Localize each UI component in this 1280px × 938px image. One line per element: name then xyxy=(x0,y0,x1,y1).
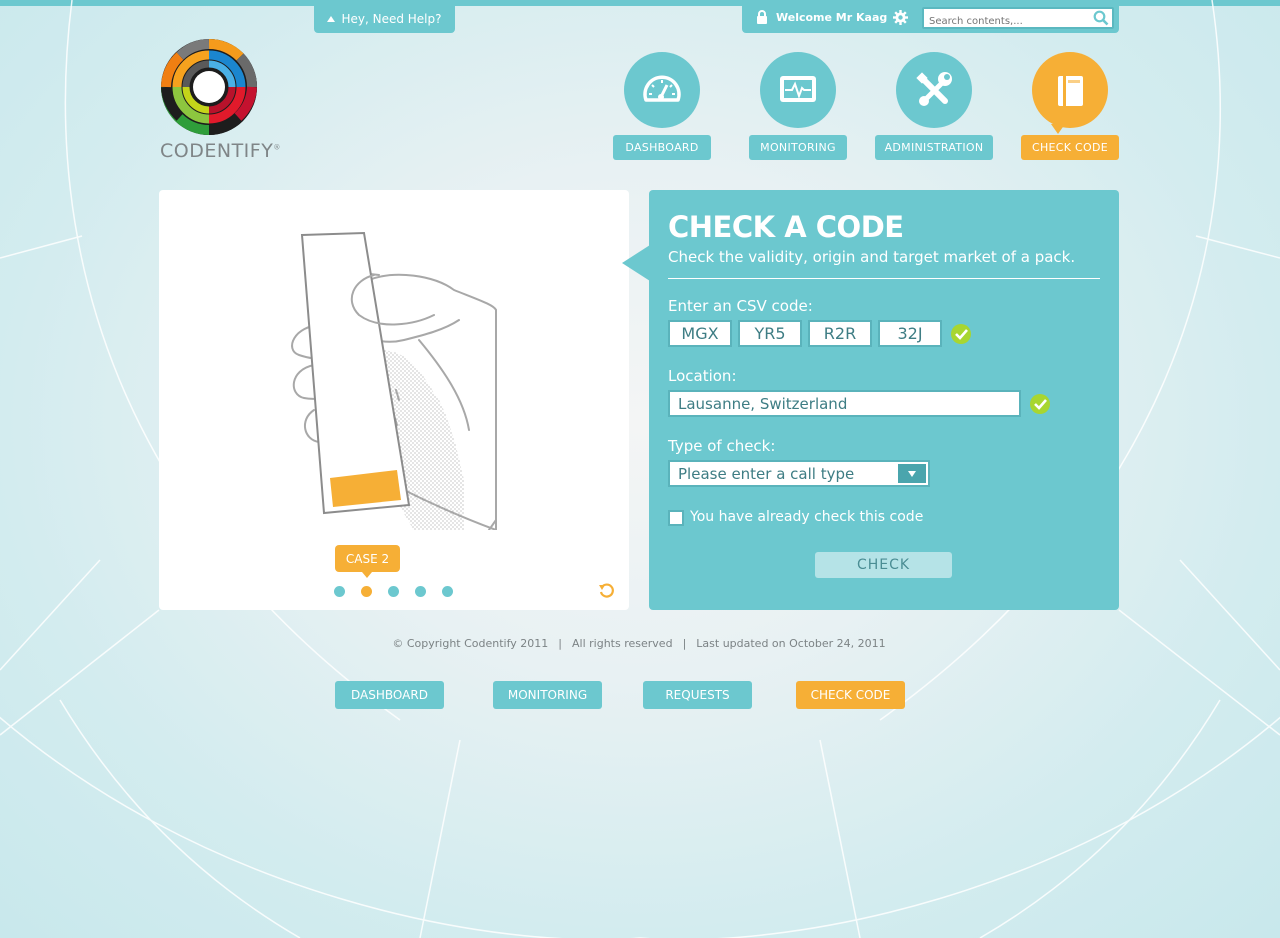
form-subtitle: Check the validity, origin and target ma… xyxy=(668,248,1076,266)
book-icon xyxy=(1032,52,1108,128)
form-title: CHECK A CODE xyxy=(668,210,904,244)
slide-dot-1[interactable] xyxy=(334,586,345,597)
chevron-down-icon[interactable] xyxy=(898,464,926,483)
already-checked-label: You have already check this code xyxy=(690,509,924,525)
form-divider xyxy=(668,278,1100,279)
tools-icon xyxy=(896,52,972,128)
csv-code-label: Enter an CSV code: xyxy=(668,297,813,315)
location-field[interactable]: Lausanne, Switzerland xyxy=(668,390,1021,417)
nav-administration[interactable]: ADMINISTRATION xyxy=(874,52,994,162)
csv-code-field-2[interactable]: YR5 xyxy=(738,320,802,347)
valid-check-icon xyxy=(951,324,971,344)
illustration-panel: CASE 2 xyxy=(159,190,629,610)
csv-code-field-3[interactable]: R2R xyxy=(808,320,872,347)
valid-check-icon xyxy=(1030,394,1050,414)
slide-dot-4[interactable] xyxy=(415,586,426,597)
check-type-select[interactable]: Please enter a call type xyxy=(668,460,930,487)
nav-monitoring[interactable]: MONITORING xyxy=(748,52,848,162)
replay-icon[interactable] xyxy=(598,582,616,600)
nav-monitoring-label: MONITORING xyxy=(749,135,847,160)
csv-code-field-4[interactable]: 32J xyxy=(878,320,942,347)
gear-icon[interactable] xyxy=(892,9,909,26)
nav-dashboard[interactable]: DASHBOARD xyxy=(612,52,712,162)
check-type-label: Type of check: xyxy=(668,437,776,455)
check-code-form: CHECK A CODE Check the validity, origin … xyxy=(622,190,1119,610)
nav-dashboard-label: DASHBOARD xyxy=(613,135,711,160)
slide-dot-5[interactable] xyxy=(442,586,453,597)
search-input[interactable] xyxy=(929,12,1089,31)
footer-link-requests[interactable]: REQUESTS xyxy=(643,681,752,709)
codentify-logo-icon xyxy=(161,38,258,135)
help-tab[interactable]: Hey, Need Help? xyxy=(314,4,455,33)
check-button[interactable]: CHECK xyxy=(815,552,952,578)
arrow-up-icon xyxy=(327,15,336,22)
search-box xyxy=(922,7,1114,31)
location-label: Location: xyxy=(668,367,737,385)
user-bar: Welcome Mr Kaag xyxy=(742,4,1119,33)
brand-name: CODENTIFY® xyxy=(160,140,281,162)
already-checked-checkbox[interactable] xyxy=(668,510,684,526)
lock-icon xyxy=(757,10,767,24)
gauge-icon xyxy=(624,52,700,128)
hand-holding-pack-illustration xyxy=(291,231,497,530)
case-badge: CASE 2 xyxy=(335,545,400,578)
footer-link-check-code[interactable]: CHECK CODE xyxy=(796,681,905,709)
nav-administration-label: ADMINISTRATION xyxy=(875,135,993,160)
search-icon[interactable] xyxy=(1093,10,1109,26)
active-pointer xyxy=(1051,124,1065,134)
footer-link-dashboard[interactable]: DASHBOARD xyxy=(335,681,444,709)
monitor-pulse-icon xyxy=(760,52,836,128)
check-type-value: Please enter a call type xyxy=(678,464,855,483)
welcome-text: Welcome Mr Kaag xyxy=(776,11,888,24)
panel-arrow xyxy=(622,245,650,281)
footer-copyright: © Copyright Codentify 2011 | All rights re… xyxy=(392,637,886,650)
nav-check-code[interactable]: CHECK CODE xyxy=(1020,52,1120,162)
csv-code-field-1[interactable]: MGX xyxy=(668,320,732,347)
slide-dot-2[interactable] xyxy=(361,586,372,597)
slide-dots xyxy=(334,586,453,597)
help-label: Hey, Need Help? xyxy=(341,11,442,26)
footer-link-monitoring[interactable]: MONITORING xyxy=(493,681,602,709)
nav-check-code-label: CHECK CODE xyxy=(1021,135,1119,160)
slide-dot-3[interactable] xyxy=(388,586,399,597)
